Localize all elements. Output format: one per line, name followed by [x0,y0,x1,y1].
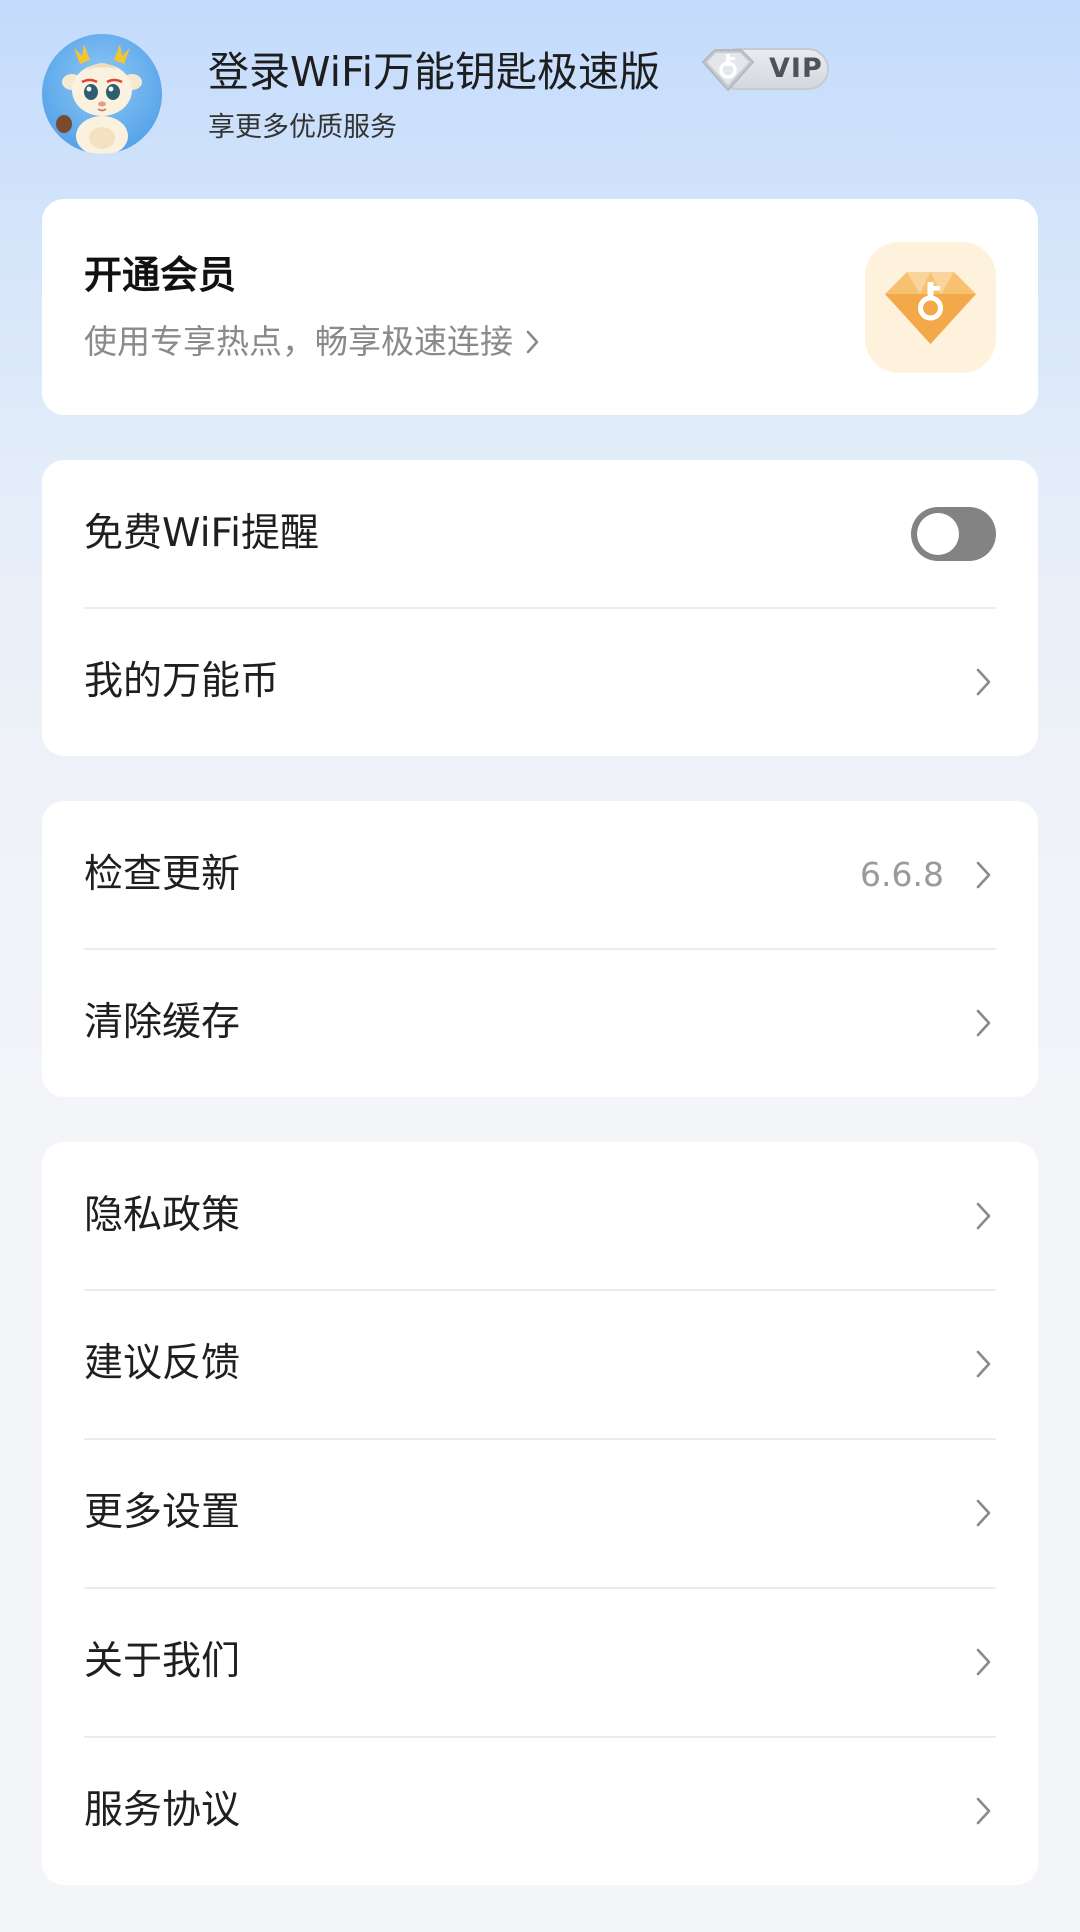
chevron-right-icon [976,668,991,696]
settings-group-app: 检查更新 6.6.8 清除缓存 [42,801,1038,1097]
chevron-right-icon [976,1350,991,1378]
row-about-us[interactable]: 关于我们 [42,1588,1038,1736]
app-version-value: 6.6.8 [860,855,944,894]
membership-diamond-badge [865,242,996,373]
dragon-mascot-icon [56,44,142,154]
settings-group-about: 隐私政策 建议反馈 更多设置 关于我们 服务协议 [42,1142,1038,1885]
row-service-agreement[interactable]: 服务协议 [42,1737,1038,1885]
chevron-right-icon [976,1202,991,1230]
clear-cache-label: 清除缓存 [84,1000,241,1045]
diamond-key-icon [701,49,755,92]
diamond-key-icon [885,272,976,344]
profile-header: 登录WiFi万能钥匙极速版 VIP 享更多优质服务 [0,0,1080,190]
row-my-coins[interactable]: 我的万能币 [42,608,1038,756]
membership-description-row: 使用专享热点，畅享极速连接 [84,319,543,365]
login-title[interactable]: 登录WiFi万能钥匙极速版 [208,44,660,100]
toggle-knob [917,513,959,555]
membership-card[interactable]: 开通会员 使用专享热点，畅享极速连接 [42,199,1038,415]
chevron-right-icon [976,1648,991,1676]
row-more-settings[interactable]: 更多设置 [42,1439,1038,1587]
about-us-label: 关于我们 [84,1639,241,1684]
row-free-wifi-reminder: 免费WiFi提醒 [42,460,1038,608]
login-subtitle: 享更多优质服务 [208,112,397,143]
my-coins-label: 我的万能币 [84,659,280,704]
chevron-right-icon [526,330,539,354]
feedback-label: 建议反馈 [84,1341,241,1386]
row-feedback[interactable]: 建议反馈 [42,1290,1038,1438]
row-clear-cache[interactable]: 清除缓存 [42,949,1038,1097]
chevron-right-icon [976,861,991,889]
row-privacy-policy[interactable]: 隐私政策 [42,1142,1038,1290]
avatar[interactable] [42,34,162,154]
membership-title: 开通会员 [84,253,237,297]
chevron-right-icon [976,1009,991,1037]
row-check-update[interactable]: 检查更新 6.6.8 [42,801,1038,949]
check-update-label: 检查更新 [84,852,241,897]
membership-description: 使用专享热点，畅享极速连接 [84,322,513,361]
free-wifi-reminder-toggle[interactable] [911,507,996,561]
vip-badge: VIP [697,44,831,94]
vip-label: VIP [769,53,823,84]
settings-group-notifications: 免费WiFi提醒 我的万能币 [42,460,1038,756]
chevron-right-icon [976,1499,991,1527]
more-settings-label: 更多设置 [84,1490,241,1535]
service-agreement-label: 服务协议 [84,1788,241,1833]
privacy-policy-label: 隐私政策 [84,1193,241,1238]
free-wifi-reminder-label: 免费WiFi提醒 [84,511,319,556]
chevron-right-icon [976,1797,991,1825]
